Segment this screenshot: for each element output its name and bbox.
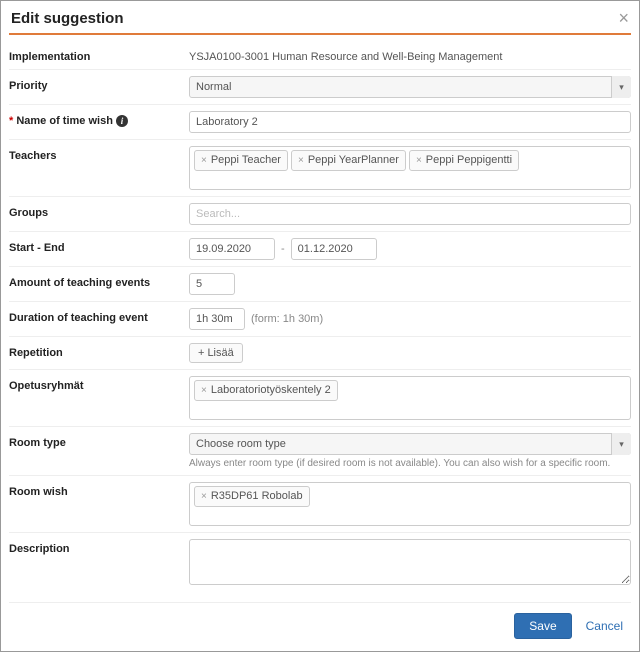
label-teachers: Teachers [9, 146, 189, 162]
implementation-value: YSJA0100-3001 Human Resource and Well-Be… [189, 47, 631, 63]
label-name: * Name of time wish i [9, 111, 189, 127]
opetusryhma-tag[interactable]: × Laboratoriotyöskentely 2 [194, 380, 338, 401]
row-name: * Name of time wish i [9, 104, 631, 139]
row-start-end: Start - End - [9, 231, 631, 266]
teachers-tagbox[interactable]: × Peppi Teacher × Peppi YearPlanner × Pe… [189, 146, 631, 190]
modal-title: Edit suggestion [11, 10, 124, 27]
row-groups: Groups [9, 196, 631, 231]
remove-tag-icon[interactable]: × [201, 490, 207, 504]
form-body: Implementation YSJA0100-3001 Human Resou… [1, 41, 639, 598]
opetusryhma-tag-label: Laboratoriotyöskentely 2 [211, 383, 331, 398]
row-room-wish: Room wish × R35DP61 Robolab [9, 475, 631, 532]
groups-search-input[interactable] [189, 203, 631, 225]
room-wish-tag-label: R35DP61 Robolab [211, 489, 303, 504]
row-duration: Duration of teaching event (form: 1h 30m… [9, 301, 631, 336]
room-wish-tagbox[interactable]: × R35DP61 Robolab [189, 482, 631, 526]
label-priority: Priority [9, 76, 189, 92]
row-teachers: Teachers × Peppi Teacher × Peppi YearPla… [9, 139, 631, 196]
start-date-input[interactable] [189, 238, 275, 260]
remove-tag-icon[interactable]: × [298, 154, 304, 168]
teacher-tag[interactable]: × Peppi Peppigentti [409, 150, 519, 171]
label-groups: Groups [9, 203, 189, 219]
label-room-type: Room type [9, 433, 189, 449]
label-opetusryhmat: Opetusryhmät [9, 376, 189, 392]
label-duration: Duration of teaching event [9, 308, 189, 324]
name-input[interactable] [189, 111, 631, 133]
opetusryhmat-tagbox[interactable]: × Laboratoriotyöskentely 2 [189, 376, 631, 420]
close-icon[interactable]: × [618, 9, 629, 27]
plus-icon: + [198, 347, 204, 359]
teacher-tag[interactable]: × Peppi Teacher [194, 150, 288, 171]
edit-suggestion-modal: Edit suggestion × Implementation YSJA010… [0, 0, 640, 652]
modal-header: Edit suggestion × [1, 1, 639, 33]
label-name-text: Name of time wish [16, 115, 113, 127]
row-implementation: Implementation YSJA0100-3001 Human Resou… [9, 41, 631, 69]
label-room-wish: Room wish [9, 482, 189, 498]
priority-select-wrap[interactable]: Normal ▾ [189, 76, 631, 98]
room-type-hint: Always enter room type (if desired room … [189, 458, 631, 469]
modal-footer: Save Cancel [1, 603, 639, 651]
duration-input[interactable] [189, 308, 245, 330]
duration-wrap: (form: 1h 30m) [189, 308, 631, 330]
label-description: Description [9, 539, 189, 555]
label-start-end: Start - End [9, 238, 189, 254]
priority-select[interactable]: Normal [189, 76, 631, 98]
teacher-tag-label: Peppi YearPlanner [308, 153, 399, 168]
remove-tag-icon[interactable]: × [201, 384, 207, 398]
room-type-select-wrap[interactable]: Choose room type ▾ [189, 433, 631, 455]
row-amount: Amount of teaching events [9, 266, 631, 301]
teacher-tag-label: Peppi Teacher [211, 153, 281, 168]
header-rule [9, 33, 631, 35]
teacher-tag-label: Peppi Peppigentti [426, 153, 512, 168]
duration-hint: (form: 1h 30m) [251, 313, 323, 325]
remove-tag-icon[interactable]: × [201, 154, 207, 168]
row-priority: Priority Normal ▾ [9, 69, 631, 104]
end-date-input[interactable] [291, 238, 377, 260]
label-amount: Amount of teaching events [9, 273, 189, 289]
room-type-select[interactable]: Choose room type [189, 433, 631, 455]
add-repetition-button[interactable]: + Lisää [189, 343, 243, 363]
teacher-tag[interactable]: × Peppi YearPlanner [291, 150, 406, 171]
save-button[interactable]: Save [514, 613, 571, 639]
description-textarea[interactable] [189, 539, 631, 585]
required-asterisk: * [9, 115, 13, 127]
row-room-type: Room type Choose room type ▾ Always ente… [9, 426, 631, 475]
date-range: - [189, 238, 631, 260]
label-repetition: Repetition [9, 343, 189, 359]
row-repetition: Repetition + Lisää [9, 336, 631, 369]
info-icon[interactable]: i [116, 115, 128, 127]
add-repetition-label: Lisää [207, 347, 233, 359]
dash-icon: - [281, 243, 285, 255]
remove-tag-icon[interactable]: × [416, 154, 422, 168]
cancel-button[interactable]: Cancel [582, 614, 627, 638]
row-description: Description [9, 532, 631, 594]
room-wish-tag[interactable]: × R35DP61 Robolab [194, 486, 310, 507]
row-opetusryhmat: Opetusryhmät × Laboratoriotyöskentely 2 [9, 369, 631, 426]
amount-input[interactable] [189, 273, 235, 295]
label-implementation: Implementation [9, 47, 189, 63]
